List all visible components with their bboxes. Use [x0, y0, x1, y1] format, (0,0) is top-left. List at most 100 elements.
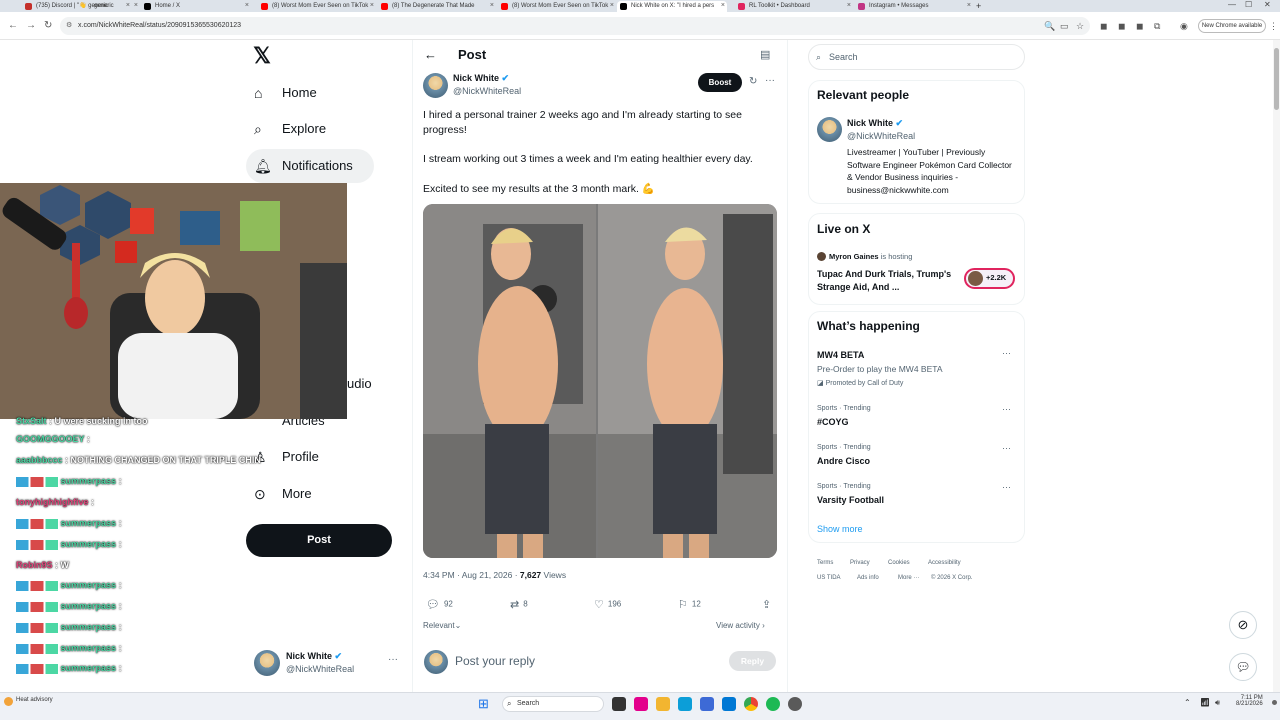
reader-view-icon[interactable]: ▤ — [760, 48, 770, 61]
more-dots-icon[interactable]: ··· — [1002, 443, 1011, 453]
window-close-icon[interactable]: ✕ — [1264, 0, 1271, 9]
relevant-person-name[interactable]: Nick White ✔ — [847, 118, 903, 129]
nav-home[interactable]: ⌂ Home — [246, 76, 317, 110]
new-chrome-available-button[interactable]: New Chrome available — [1198, 19, 1266, 33]
taskbar-search[interactable]: ⌕ Search — [502, 696, 604, 712]
reply-sort-dropdown[interactable]: Relevant⌄ — [423, 621, 461, 630]
extension-icon[interactable]: ◼ — [1100, 21, 1107, 32]
file-explorer-icon[interactable] — [656, 697, 670, 711]
bookmark-star-icon[interactable]: ☆ — [1076, 21, 1084, 32]
edge-icon[interactable] — [678, 697, 692, 711]
footer-privacy-link[interactable]: Privacy — [850, 560, 870, 566]
reply-input[interactable]: Post your reply — [455, 654, 715, 668]
close-icon[interactable]: × — [610, 1, 614, 11]
live-listeners-badge[interactable]: +2.2K — [964, 268, 1015, 289]
maximize-icon[interactable]: ☐ — [1245, 0, 1252, 9]
trend-name[interactable]: Varsity Football — [817, 495, 884, 505]
volume-icon[interactable]: 🔊︎ — [1215, 698, 1220, 708]
author-avatar[interactable] — [423, 73, 448, 98]
footer-tida-link[interactable]: US TIDA — [817, 575, 841, 581]
browser-tab-active[interactable]: Nick White on X: "I hired a pers × — [617, 1, 727, 12]
zoom-icon[interactable]: 🔍 — [1044, 21, 1055, 32]
browser-tab[interactable]: (8) The Degenerate That Made × — [378, 1, 496, 12]
new-tab-icon[interactable]: + — [974, 1, 986, 12]
more-dots-icon[interactable]: ··· — [388, 654, 398, 665]
footer-ads-link[interactable]: Ads info — [857, 575, 879, 581]
taskbar-clock[interactable]: 7:11 PM 8/21/2026 — [1236, 695, 1263, 707]
boost-button[interactable]: Boost — [698, 73, 742, 92]
mail-icon[interactable] — [722, 697, 736, 711]
trend-name[interactable]: #COYG — [817, 417, 849, 427]
post-image[interactable] — [423, 204, 777, 558]
close-icon[interactable]: × — [370, 1, 374, 11]
avatar[interactable] — [817, 117, 842, 142]
cast-icon[interactable]: ▭ — [1060, 21, 1069, 32]
footer-terms-link[interactable]: Terms — [817, 560, 833, 566]
view-activity-link[interactable]: View activity › — [716, 621, 765, 630]
reply-action[interactable]: 💬︎ 92 — [426, 598, 453, 611]
nav-more[interactable]: ⊙ More — [246, 477, 312, 511]
browser-tab[interactable]: (8) Worst Mom Ever Seen on TikTok × — [498, 1, 616, 12]
author-name[interactable]: Nick White ✔ — [453, 73, 509, 84]
footer-accessibility-link[interactable]: Accessibility — [928, 560, 961, 566]
browser-tab[interactable]: Home / X × — [141, 1, 251, 12]
browser-tab[interactable]: RL Toolkit • Dashboard × — [735, 1, 853, 12]
browser-tab[interactable]: (8) Worst Mom Ever Seen on TikTok × — [258, 1, 376, 12]
menu-kebab-icon[interactable]: ⋮ — [1269, 21, 1278, 32]
extension-icon[interactable]: ◼ — [1136, 21, 1143, 32]
spotify-icon[interactable] — [766, 697, 780, 711]
close-icon[interactable]: × — [490, 1, 494, 11]
browser-tab[interactable]: Instagram • Messages × — [855, 1, 973, 12]
close-icon[interactable]: × — [967, 1, 971, 11]
more-dots-icon[interactable]: ··· — [1002, 482, 1011, 492]
post-button[interactable]: Post — [246, 524, 392, 557]
store-icon[interactable] — [700, 697, 714, 711]
page-scrollbar[interactable] — [1273, 40, 1280, 692]
share-action[interactable]: ⇪ — [762, 598, 775, 611]
messages-button[interactable]: 💬︎ — [1229, 653, 1257, 681]
x-logo-icon[interactable]: 𝕏 — [250, 44, 274, 68]
minimize-icon[interactable]: — — [1228, 0, 1236, 9]
system-tray-chevron-icon[interactable]: ⌃ — [1184, 698, 1191, 707]
task-view-icon[interactable] — [612, 697, 626, 711]
wifi-icon[interactable]: 📶︎ — [1200, 698, 1210, 707]
profile-icon[interactable]: ◉ — [1180, 21, 1188, 32]
repost-action[interactable]: ⇄ 8 — [510, 598, 528, 611]
show-more-link[interactable]: Show more — [817, 524, 863, 534]
browser-tab[interactable]: generic × — [80, 1, 140, 12]
footer-cookies-link[interactable]: Cookies — [888, 560, 910, 566]
windows-start-icon[interactable]: ⊞ — [478, 696, 489, 712]
puzzle-icon[interactable]: ⧉ — [1154, 21, 1160, 32]
grok-icon[interactable]: ↻ — [749, 76, 757, 87]
back-arrow-icon[interactable]: ← — [424, 47, 437, 62]
forward-arrow-icon[interactable]: → — [26, 20, 36, 31]
site-info-icon[interactable]: ⚙ — [66, 17, 72, 35]
close-icon[interactable]: × — [245, 1, 249, 11]
nav-explore[interactable]: ⌕ Explore — [246, 112, 326, 146]
author-handle[interactable]: @NickWhiteReal — [453, 86, 521, 96]
close-icon[interactable]: × — [134, 1, 138, 11]
close-icon[interactable]: × — [721, 1, 725, 11]
account-switcher[interactable]: Nick White ✔ @NickWhiteReal ··· — [250, 646, 410, 682]
bookmark-action[interactable]: ⚐ 12 — [678, 598, 701, 611]
weather-icon[interactable] — [4, 697, 13, 706]
more-dots-icon[interactable]: ··· — [765, 75, 775, 86]
search-input[interactable]: ⌕ Search — [808, 44, 1025, 70]
like-action[interactable]: ♡ 196 — [594, 598, 621, 611]
back-arrow-icon[interactable]: ← — [8, 20, 18, 31]
url-field[interactable]: ⚙ x.com/NickWhiteReal/status/20909153655… — [60, 17, 1090, 35]
trend-name[interactable]: MW4 BETA — [817, 350, 864, 360]
scrollbar-thumb[interactable] — [1274, 48, 1279, 110]
obs-icon[interactable] — [788, 697, 802, 711]
grok-button[interactable]: ⊘ — [1229, 611, 1257, 639]
notification-icon[interactable] — [1272, 700, 1277, 705]
close-icon[interactable]: × — [847, 1, 851, 11]
live-topic[interactable]: Tupac And Durk Trials, Trump's Strange A… — [817, 268, 957, 293]
more-dots-icon[interactable]: ··· — [1002, 348, 1011, 358]
live-host[interactable]: Myron Gaines is hosting — [829, 252, 912, 261]
extension-icon[interactable]: ◼ — [1118, 21, 1125, 32]
more-dots-icon[interactable]: ··· — [1002, 404, 1011, 414]
nav-notifications[interactable]: 🔔︎ Notifications — [246, 149, 374, 183]
footer-more-link[interactable]: More ··· — [898, 575, 919, 581]
reload-icon[interactable]: ↻ — [44, 20, 52, 31]
